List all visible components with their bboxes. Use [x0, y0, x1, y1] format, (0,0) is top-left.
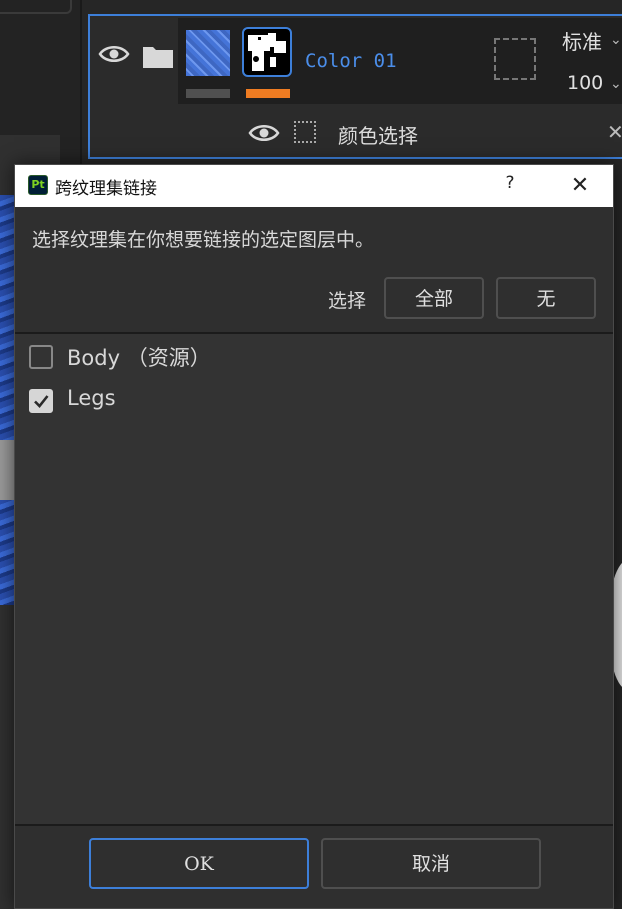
selection-icon	[294, 121, 316, 143]
eye-icon[interactable]	[248, 121, 280, 145]
texture-set-label-legs[interactable]: Legs	[67, 386, 116, 410]
folder-icon[interactable]	[142, 45, 174, 69]
link-texture-sets-dialog: Pt 跨纹理集链接 ? ✕ 选择纹理集在你想要链接的选定图层中。 选择 全部 无…	[14, 164, 614, 909]
eye-icon[interactable]	[98, 42, 130, 66]
legs-checkbox[interactable]	[29, 389, 53, 413]
texture-thumbnail-bar	[186, 89, 230, 98]
texture-set-label-body[interactable]: Body （资源）	[67, 342, 211, 372]
dialog-titlebar[interactable]: Pt 跨纹理集链接 ? ✕	[15, 165, 613, 207]
checkmark-icon	[34, 395, 49, 408]
close-icon[interactable]: ✕	[607, 120, 622, 144]
chevron-down-icon[interactable]: ⌄	[610, 76, 622, 92]
divider	[15, 824, 613, 826]
cancel-button[interactable]: 取消	[321, 838, 541, 889]
left-panel-header	[0, 0, 72, 14]
blend-mode-dropdown[interactable]: 标准	[562, 26, 602, 55]
ok-button[interactable]: OK	[89, 838, 309, 889]
select-all-button[interactable]: 全部	[384, 277, 484, 319]
viewport-model-part	[0, 440, 14, 500]
help-button[interactable]: ?	[495, 173, 525, 199]
close-button[interactable]: ✕	[563, 171, 597, 201]
dialog-title: 跨纹理集链接	[55, 179, 157, 199]
layer-texture-thumbnail[interactable]	[186, 30, 230, 76]
empty-mask-slot[interactable]	[494, 38, 536, 80]
opacity-dropdown[interactable]: 100	[567, 72, 603, 94]
mask-thumbnail-bar	[246, 89, 290, 98]
layer-mask-thumbnail[interactable]	[242, 27, 292, 77]
instruction-text: 选择纹理集在你想要链接的选定图层中。	[32, 229, 375, 251]
select-label: 选择	[328, 290, 367, 312]
painter-logo-icon: Pt	[28, 175, 48, 195]
select-none-button[interactable]: 无	[496, 277, 596, 319]
chevron-down-icon[interactable]: ⌄	[610, 32, 622, 48]
layer-name[interactable]: Color 01	[305, 50, 397, 72]
sub-layer-name[interactable]: 颜色选择	[338, 120, 418, 149]
viewport-model	[0, 195, 14, 605]
body-checkbox[interactable]	[29, 345, 53, 369]
